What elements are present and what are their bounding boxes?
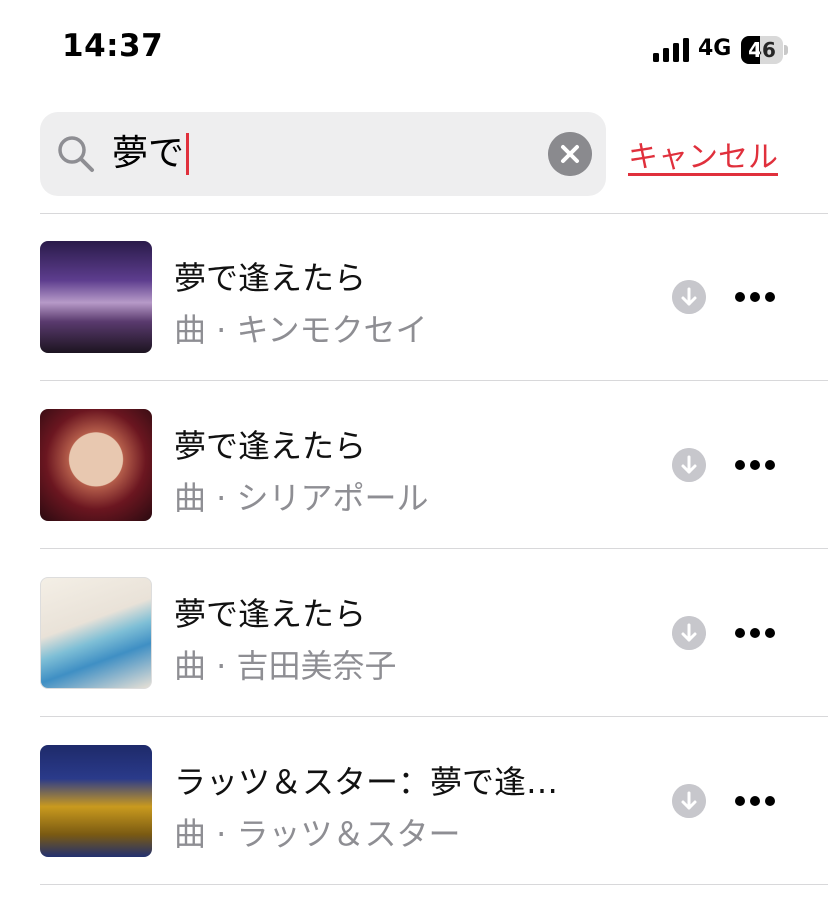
download-icon[interactable]	[672, 784, 706, 818]
download-icon[interactable]	[672, 448, 706, 482]
result-row[interactable]: ラッツ＆スター：夢で逢… 曲 · ラッツ＆スター	[0, 717, 828, 885]
more-options-icon[interactable]	[734, 459, 776, 471]
result-row[interactable]: 夢で逢えたら 曲 · シリアポール	[0, 381, 828, 549]
download-icon[interactable]	[672, 280, 706, 314]
clear-search-button[interactable]	[548, 132, 592, 176]
battery-icon: 46	[741, 36, 788, 64]
album-artwork	[40, 577, 152, 689]
row-divider	[40, 884, 828, 885]
search-icon	[58, 136, 94, 172]
status-bar: 14:37 4G 46	[0, 0, 828, 96]
more-options-icon[interactable]	[734, 627, 776, 639]
album-artwork	[40, 409, 152, 521]
song-subtitle: 曲 · ラッツ＆スター	[174, 815, 461, 853]
cancel-button[interactable]: キャンセル	[628, 132, 778, 176]
result-row[interactable]: 夢で逢えたら 曲 · キンモクセイ	[0, 213, 828, 381]
cellular-signal-icon	[653, 38, 689, 62]
network-type: 4G	[698, 36, 732, 61]
text-caret	[186, 133, 190, 175]
download-icon[interactable]	[672, 616, 706, 650]
album-artwork	[40, 241, 152, 353]
song-title: 夢で逢えたら	[174, 595, 367, 633]
battery-percent: 46	[748, 38, 776, 62]
result-row[interactable]: 夢で逢えたら 曲 · 吉田美奈子	[0, 549, 828, 717]
song-subtitle: 曲 · シリアポール	[174, 479, 429, 517]
song-title: 夢で逢えたら	[174, 259, 367, 297]
song-subtitle: 曲 · キンモクセイ	[174, 311, 428, 349]
search-query: 夢で	[112, 133, 185, 174]
more-options-icon[interactable]	[734, 795, 776, 807]
search-field[interactable]: 夢で	[40, 112, 606, 196]
song-title: 夢で逢えたら	[174, 427, 367, 465]
album-artwork	[40, 745, 152, 857]
song-title: ラッツ＆スター：夢で逢…	[174, 763, 559, 801]
search-input[interactable]: 夢で	[112, 128, 190, 180]
more-options-icon[interactable]	[734, 291, 776, 303]
song-subtitle: 曲 · 吉田美奈子	[174, 647, 397, 685]
status-time: 14:37	[62, 28, 164, 64]
